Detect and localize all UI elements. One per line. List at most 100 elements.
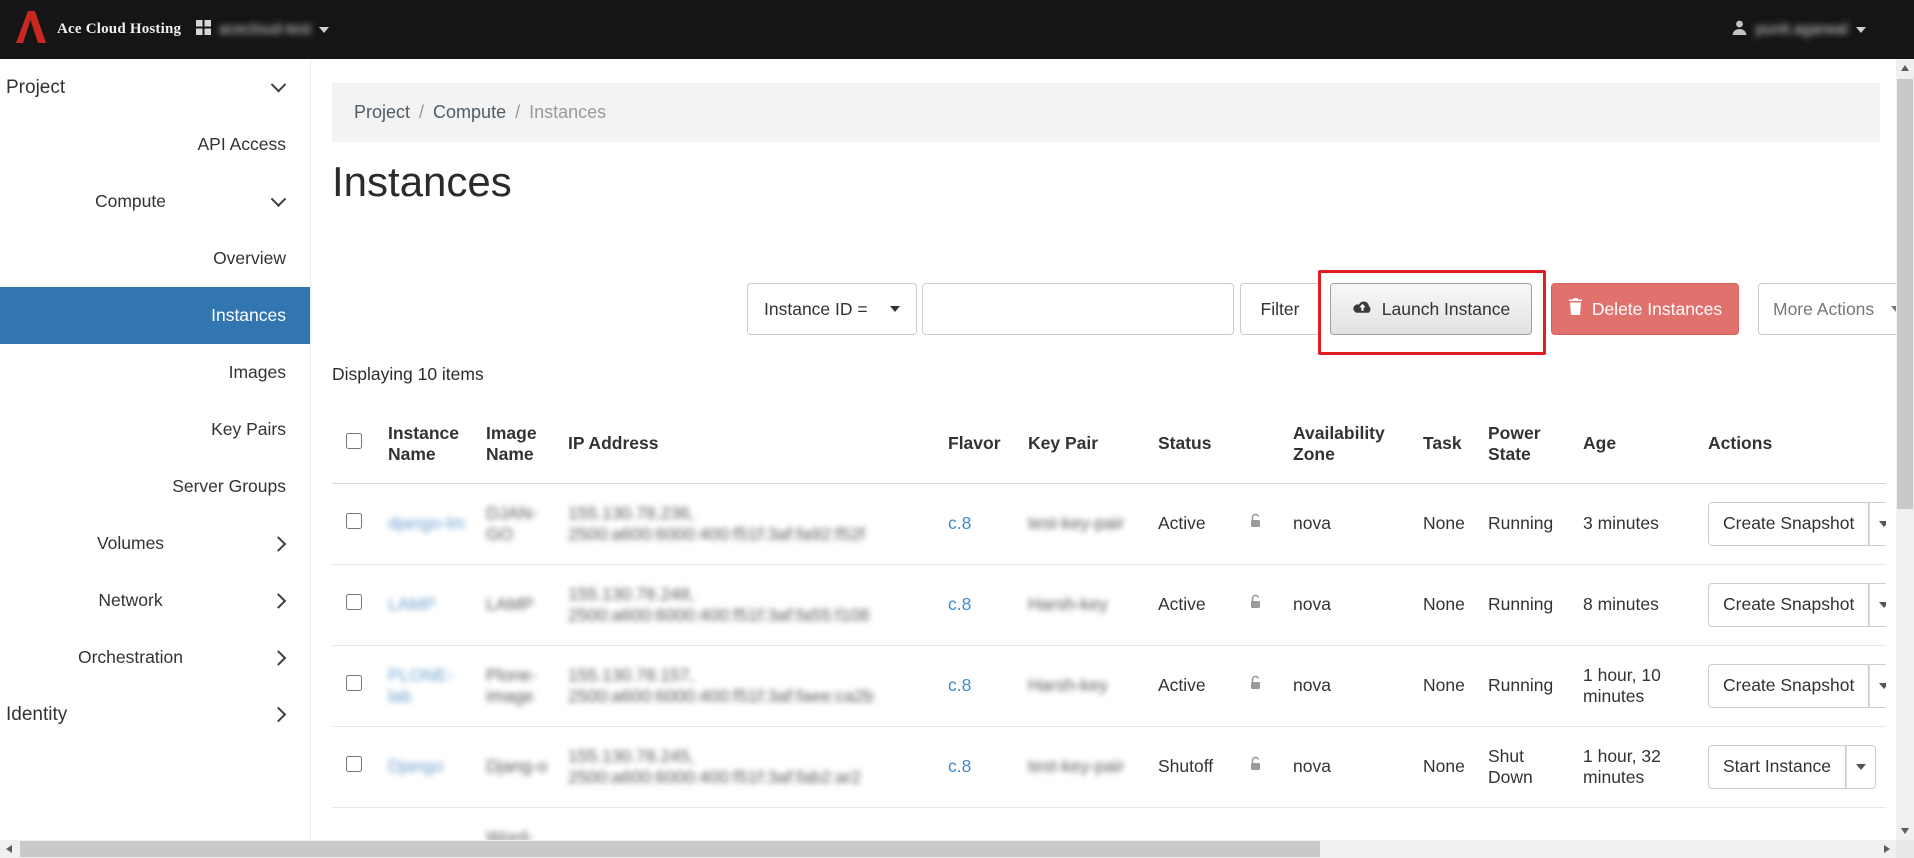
header-image-name[interactable]: Image Name xyxy=(478,405,560,483)
row-select-checkbox[interactable] xyxy=(346,513,362,529)
breadcrumb-separator: / xyxy=(515,102,520,123)
delete-instances-button[interactable]: Delete Instances xyxy=(1551,283,1739,335)
key-pair: Harsh-key xyxy=(1028,675,1108,695)
vertical-scrollbar-thumb[interactable] xyxy=(1897,79,1913,509)
row-select-checkbox[interactable] xyxy=(346,594,362,610)
header-task[interactable]: Task xyxy=(1415,405,1480,483)
image-name: Djang-o xyxy=(486,756,547,776)
header-availability-zone[interactable]: Availability Zone xyxy=(1285,405,1415,483)
header-status[interactable]: Status xyxy=(1150,405,1240,483)
flavor-link[interactable]: c.8 xyxy=(948,513,971,533)
scroll-down-button[interactable] xyxy=(1896,822,1914,840)
sidebar-item-key-pairs[interactable]: Key Pairs xyxy=(0,401,310,458)
breadcrumb-instances: Instances xyxy=(529,102,606,123)
header-age[interactable]: Age xyxy=(1575,405,1700,483)
caret-down-icon xyxy=(1856,764,1866,770)
row-action-dropdown[interactable] xyxy=(1869,583,1886,627)
header-ip-address[interactable]: IP Address xyxy=(560,405,940,483)
sidebar-item-overview[interactable]: Overview xyxy=(0,230,310,287)
sidebar-item-network[interactable]: Network xyxy=(0,572,310,629)
image-name: LAMP xyxy=(486,594,534,614)
arrow-up-icon xyxy=(1901,65,1909,71)
filter-button[interactable]: Filter xyxy=(1240,283,1320,335)
row-action-button[interactable]: Start Instance xyxy=(1708,745,1846,789)
app-window: Ace Cloud Hosting acecloud-test punit.ag… xyxy=(0,0,1914,858)
more-actions-button[interactable]: More Actions xyxy=(1758,283,1914,335)
user-menu[interactable]: punit.agarwal xyxy=(1731,0,1866,59)
sidebar-item-images[interactable]: Images xyxy=(0,344,310,401)
unlock-icon xyxy=(1248,513,1263,533)
arrow-left-icon xyxy=(6,845,12,853)
project-selector[interactable]: acecloud-test xyxy=(196,0,329,59)
sidebar-item-label: Orchestration xyxy=(78,647,183,668)
instance-name-link[interactable]: LAMP xyxy=(388,594,436,614)
project-name: acecloud-test xyxy=(219,21,311,39)
row-action-button[interactable]: Create Snapshot xyxy=(1708,664,1869,708)
caret-down-icon xyxy=(1856,27,1866,33)
row-action-dropdown[interactable] xyxy=(1869,664,1886,708)
launch-instance-button[interactable]: Launch Instance xyxy=(1330,283,1532,335)
breadcrumb-project[interactable]: Project xyxy=(354,102,410,123)
header-power-state[interactable]: Power State xyxy=(1480,405,1575,483)
table-row: PLONE-lab Plone-image 155.130.78.157, 25… xyxy=(332,645,1886,726)
row-select-checkbox[interactable] xyxy=(346,756,362,772)
horizontal-scrollbar-thumb[interactable] xyxy=(20,841,1320,857)
scrollbar-corner xyxy=(1896,840,1914,858)
row-action-button[interactable]: Create Snapshot xyxy=(1708,583,1869,627)
header-flavor[interactable]: Flavor xyxy=(940,405,1020,483)
flavor-link[interactable]: c.8 xyxy=(948,594,971,614)
status-text: Active xyxy=(1158,513,1206,533)
power-state: Shut Down xyxy=(1488,746,1533,787)
toolbar: Instance ID = Filter Launch Instance Del… xyxy=(332,283,1914,335)
table-row: Django Djang-o 155.130.78.245, 2500:a600… xyxy=(332,726,1886,807)
brand-name: Ace Cloud Hosting xyxy=(57,21,181,38)
sidebar-item-api-access[interactable]: API Access xyxy=(0,116,310,173)
grid-icon xyxy=(196,20,211,40)
key-pair: Harsh-key xyxy=(1028,594,1108,614)
more-actions-label: More Actions xyxy=(1773,299,1874,320)
row-actions: Start Instance xyxy=(1708,745,1876,789)
flavor-link[interactable]: c.8 xyxy=(948,756,971,776)
sidebar-item-orchestration[interactable]: Orchestration xyxy=(0,629,310,686)
sidebar-item-identity[interactable]: Identity xyxy=(0,686,310,743)
power-state: Running xyxy=(1488,513,1553,533)
sidebar-item-project[interactable]: Project xyxy=(0,59,310,116)
availability-zone: nova xyxy=(1293,513,1331,533)
scroll-up-button[interactable] xyxy=(1896,59,1914,77)
row-select-checkbox[interactable] xyxy=(346,675,362,691)
caret-down-icon xyxy=(1879,521,1886,527)
sidebar-item-volumes[interactable]: Volumes xyxy=(0,515,310,572)
arrow-down-icon xyxy=(1901,828,1909,834)
instance-name-link[interactable]: PLONE-lab xyxy=(388,665,453,706)
instance-name-link[interactable]: django-lm xyxy=(388,513,465,533)
row-action-dropdown[interactable] xyxy=(1846,745,1876,789)
sidebar-item-server-groups[interactable]: Server Groups xyxy=(0,458,310,515)
scroll-right-button[interactable] xyxy=(1878,840,1896,858)
row-actions: Create Snapshot xyxy=(1708,583,1886,627)
status-text: Active xyxy=(1158,594,1206,614)
filter-search-input[interactable] xyxy=(922,283,1234,335)
sidebar-item-compute[interactable]: Compute xyxy=(0,173,310,230)
row-action-dropdown[interactable] xyxy=(1869,502,1886,546)
sidebar-item-label: Compute xyxy=(95,191,166,212)
vertical-scrollbar xyxy=(1896,59,1914,840)
row-action-button[interactable]: Create Snapshot xyxy=(1708,502,1869,546)
unlock-icon xyxy=(1248,756,1263,776)
key-pair: test-key-pair xyxy=(1028,513,1124,533)
page-title: Instances xyxy=(332,158,512,206)
flavor-link[interactable]: c.8 xyxy=(948,675,971,695)
sidebar-item-label: Identity xyxy=(6,704,67,726)
age-text: 1 hour, 10 minutes xyxy=(1583,665,1661,706)
select-all-checkbox[interactable] xyxy=(346,433,362,449)
horizontal-scrollbar xyxy=(0,840,1896,858)
header-instance-name[interactable]: Instance Name xyxy=(380,405,478,483)
trash-icon xyxy=(1568,298,1583,320)
sidebar-item-instances[interactable]: Instances xyxy=(0,287,310,344)
filter-field-dropdown[interactable]: Instance ID = xyxy=(747,283,917,335)
header-key-pair[interactable]: Key Pair xyxy=(1020,405,1150,483)
breadcrumb-compute[interactable]: Compute xyxy=(433,102,506,123)
age-text: 1 hour, 32 minutes xyxy=(1583,746,1661,787)
instance-name-link[interactable]: Django xyxy=(388,756,443,776)
sidebar-item-label: API Access xyxy=(197,134,286,155)
scroll-left-button[interactable] xyxy=(0,840,18,858)
